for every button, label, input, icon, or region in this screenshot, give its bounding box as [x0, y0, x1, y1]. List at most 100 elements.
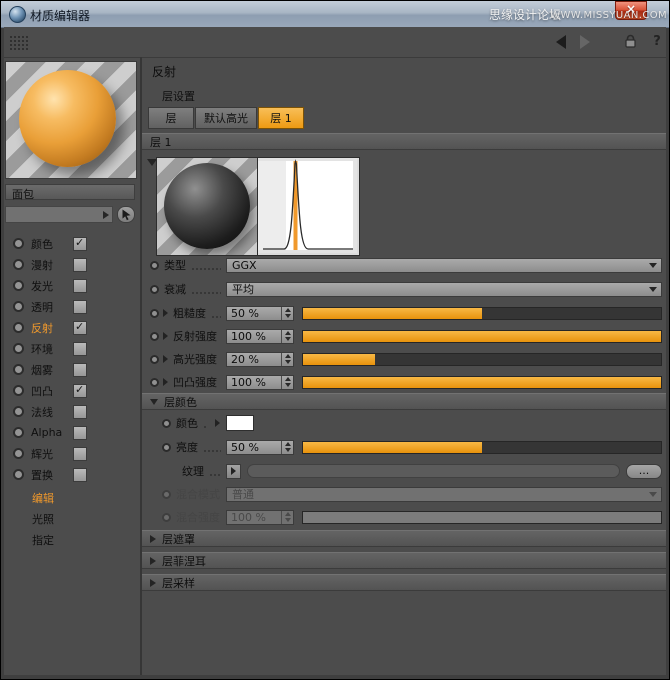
channel-radio[interactable]: [13, 448, 24, 459]
channel-checkbox[interactable]: [73, 363, 87, 377]
spin-up-icon[interactable]: [285, 377, 291, 381]
type-dropdown[interactable]: GGX: [226, 258, 662, 273]
anim-dot-icon[interactable]: [150, 378, 159, 387]
spin-up-icon[interactable]: [285, 308, 291, 312]
channel-row-glow[interactable]: 辉光: [4, 443, 138, 464]
channel-row-normal[interactable]: 法线: [4, 401, 138, 422]
attenuation-dropdown[interactable]: 平均: [226, 282, 662, 297]
layer-mask-section-bar[interactable]: 层遮罩: [142, 530, 666, 547]
expand-arrow-icon[interactable]: [163, 309, 168, 317]
channel-row-transparency[interactable]: 透明: [4, 296, 138, 317]
channel-checkbox[interactable]: [73, 405, 87, 419]
mode-item-assign[interactable]: 指定: [4, 529, 138, 550]
channel-label: 透明: [31, 299, 73, 315]
help-icon[interactable]: ?: [650, 34, 664, 49]
lock-icon[interactable]: [624, 34, 637, 52]
channel-row-fog[interactable]: 烟雾: [4, 359, 138, 380]
layer-sampling-section-bar[interactable]: 层采样: [142, 574, 666, 591]
spin-down-icon[interactable]: [285, 314, 291, 318]
anim-dot-icon[interactable]: [150, 355, 159, 364]
channel-checkbox[interactable]: [73, 279, 87, 293]
bump-strength-spinner[interactable]: 100 %: [226, 375, 294, 390]
forward-arrow-icon[interactable]: [580, 35, 590, 49]
spin-down-icon[interactable]: [285, 383, 291, 387]
reflection-strength-slider[interactable]: [302, 330, 662, 343]
roughness-spinner[interactable]: 50 %: [226, 306, 294, 321]
mode-item-edit[interactable]: 编辑: [4, 487, 138, 508]
tab-layers[interactable]: 层: [148, 107, 194, 129]
anim-dot-icon[interactable]: [162, 419, 171, 428]
material-preview[interactable]: [5, 61, 137, 179]
channel-radio[interactable]: [13, 322, 24, 333]
tab-default-specular[interactable]: 默认高光: [195, 107, 257, 129]
brightness-slider[interactable]: [302, 441, 662, 454]
channel-radio[interactable]: [13, 343, 24, 354]
channel-row-reflectance[interactable]: 反射: [4, 317, 138, 338]
expand-arrow-icon[interactable]: [163, 355, 168, 363]
texture-browse-button[interactable]: ...: [626, 464, 662, 479]
brightness-spinner[interactable]: 50 %: [226, 440, 294, 455]
spin-down-icon[interactable]: [285, 337, 291, 341]
anim-dot-icon[interactable]: [162, 443, 171, 452]
roughness-slider[interactable]: [302, 307, 662, 320]
material-select[interactable]: [5, 206, 113, 223]
specular-strength-slider[interactable]: [302, 353, 662, 366]
channel-checkbox[interactable]: [73, 468, 87, 482]
reflection-strength-spinner[interactable]: 100 %: [226, 329, 294, 344]
channel-radio[interactable]: [13, 469, 24, 480]
channel-checkbox[interactable]: [73, 321, 87, 335]
channel-row-diffusion[interactable]: 漫射: [4, 254, 138, 275]
brdf-curve-preview[interactable]: [257, 157, 360, 256]
channel-radio[interactable]: [13, 238, 24, 249]
channel-radio[interactable]: [13, 280, 24, 291]
tab-layer-1[interactable]: 层 1: [258, 107, 304, 129]
channel-checkbox[interactable]: [73, 426, 87, 440]
channel-row-color[interactable]: 颜色: [4, 233, 138, 254]
mode-item-illumination[interactable]: 光照: [4, 508, 138, 529]
channel-checkbox[interactable]: [73, 447, 87, 461]
layer-color-section-bar[interactable]: 层颜色: [142, 393, 666, 410]
layer-1-section-bar[interactable]: 层 1: [142, 133, 666, 150]
expand-arrow-icon[interactable]: [163, 378, 168, 386]
spin-up-icon[interactable]: [285, 331, 291, 335]
spin-down-icon[interactable]: [285, 448, 291, 452]
channel-row-luminance[interactable]: 发光: [4, 275, 138, 296]
channel-checkbox[interactable]: [73, 342, 87, 356]
channel-radio[interactable]: [13, 259, 24, 270]
expand-arrow-icon[interactable]: [163, 332, 168, 340]
anim-dot-icon[interactable]: [150, 309, 159, 318]
channel-row-alpha[interactable]: Alpha: [4, 422, 138, 443]
layer-fresnel-section-bar[interactable]: 层菲涅耳: [142, 552, 666, 569]
channel-radio[interactable]: [13, 301, 24, 312]
material-name-field[interactable]: 面包: [5, 184, 135, 200]
anim-dot-icon[interactable]: [150, 285, 159, 294]
channel-radio[interactable]: [13, 364, 24, 375]
channel-checkbox[interactable]: [73, 237, 87, 251]
drag-grip-icon[interactable]: [9, 35, 29, 50]
anim-dot-icon[interactable]: [150, 261, 159, 270]
channel-checkbox[interactable]: [73, 258, 87, 272]
channel-checkbox[interactable]: [73, 300, 87, 314]
color-swatch[interactable]: [226, 415, 254, 431]
channel-row-environment[interactable]: 环境: [4, 338, 138, 359]
texture-menu-button[interactable]: [226, 464, 241, 479]
back-arrow-icon[interactable]: [556, 35, 566, 49]
specular-strength-spinner[interactable]: 20 %: [226, 352, 294, 367]
channel-radio[interactable]: [13, 427, 24, 438]
spin-up-icon[interactable]: [285, 442, 291, 446]
spin-up-icon[interactable]: [285, 354, 291, 358]
texture-field[interactable]: [247, 464, 620, 478]
channel-radio[interactable]: [13, 385, 24, 396]
channel-row-displacement[interactable]: 置换: [4, 464, 138, 485]
window-title: 材质编辑器: [30, 7, 90, 24]
expand-arrow-icon[interactable]: [215, 419, 220, 427]
channel-row-bump[interactable]: 凹凸: [4, 380, 138, 401]
channel-radio[interactable]: [13, 406, 24, 417]
channel-checkbox[interactable]: [73, 384, 87, 398]
spin-down-icon[interactable]: [285, 360, 291, 364]
bump-strength-slider[interactable]: [302, 376, 662, 389]
anim-dot-icon[interactable]: [150, 332, 159, 341]
layer-preview-sphere[interactable]: [156, 157, 258, 256]
pick-material-button[interactable]: [117, 206, 135, 223]
mix-strength-value: 100 %: [231, 511, 266, 524]
